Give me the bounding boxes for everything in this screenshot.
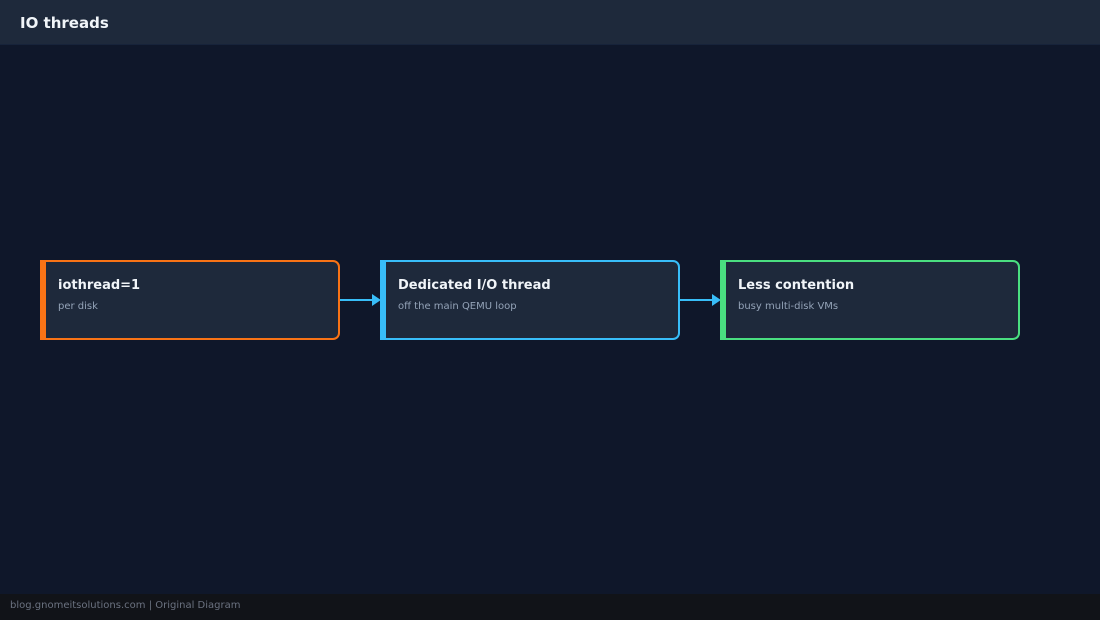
footer-bar: blog.gnomeitsolutions.com | Original Dia… xyxy=(0,594,1100,620)
node-title: Less contention xyxy=(738,278,855,293)
node-less-contention[interactable]: Less contention busy multi-disk VMs xyxy=(720,260,1020,340)
header-bar: IO threads xyxy=(0,0,1100,45)
arrow-connector xyxy=(340,294,380,306)
page-title: IO threads xyxy=(20,14,109,32)
footer-credit: blog.gnomeitsolutions.com | Original Dia… xyxy=(10,600,241,611)
node-title: iothread=1 xyxy=(58,278,141,293)
node-dedicated-io-thread[interactable]: Dedicated I/O thread off the main QEMU l… xyxy=(380,260,680,340)
arrow-connector xyxy=(680,294,720,306)
node-subtitle: busy multi-disk VMs xyxy=(738,301,839,312)
node-title: Dedicated I/O thread xyxy=(398,278,551,293)
node-subtitle: per disk xyxy=(58,301,98,312)
node-subtitle: off the main QEMU loop xyxy=(398,301,517,312)
node-iothread[interactable]: iothread=1 per disk xyxy=(40,260,340,340)
diagram-canvas: iothread=1 per disk Dedicated I/O thread… xyxy=(0,45,1100,594)
